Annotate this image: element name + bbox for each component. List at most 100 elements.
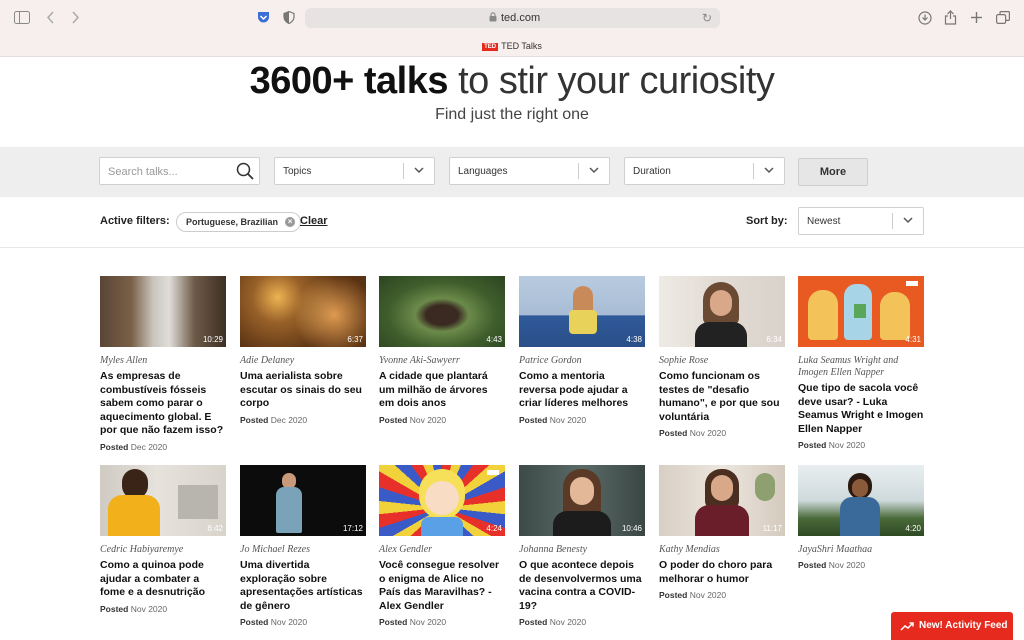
talk-speaker[interactable]: Sophie Rose (659, 355, 785, 367)
talk-thumbnail[interactable]: 4:31 (798, 276, 924, 347)
talk-speaker[interactable]: Yvonne Aki-Sawyerr (379, 355, 505, 367)
talk-title[interactable]: Você consegue resolver o enigma de Alice… (379, 559, 505, 613)
talk-speaker[interactable]: Kathy Mendias (659, 544, 785, 556)
posted-label: Posted (240, 414, 269, 425)
languages-label: Languages (458, 166, 508, 177)
talk-card[interactable]: 6:37 Adie Delaney Uma aerialista sobre e… (240, 276, 366, 425)
talk-title[interactable]: Como funcionam os testes de "desafio hum… (659, 370, 785, 424)
talk-card[interactable]: 4:31 Luka Seamus Wright and Imogen Ellen… (798, 276, 924, 450)
back-icon[interactable] (46, 11, 56, 24)
pocket-icon[interactable] (257, 11, 270, 24)
talk-speaker[interactable]: Johanna Benesty (519, 544, 645, 556)
talk-card[interactable]: 4:20 JayaShri Maathaa Posted Nov 2020 (798, 465, 924, 570)
posted-label: Posted (519, 414, 548, 425)
talk-thumbnail[interactable]: 10:46 (519, 465, 645, 536)
posted-date: Nov 2020 (549, 617, 587, 627)
sort-select[interactable]: Newest (798, 207, 924, 235)
talk-thumbnail[interactable]: 4:20 (798, 465, 924, 536)
search-input[interactable]: Search talks... (99, 157, 260, 185)
duration-label: Duration (633, 166, 671, 177)
talk-thumbnail[interactable]: 4:43 (379, 276, 505, 347)
browser-toolbar: ted.com ↻ TED TED Talks (0, 0, 1024, 57)
posted-date: Nov 2020 (270, 617, 308, 627)
talk-thumbnail[interactable]: 4:24 (379, 465, 505, 536)
talk-title[interactable]: Que tipo de sacola você deve usar? - Luk… (798, 382, 924, 436)
sidebar-toggle-icon[interactable] (14, 11, 30, 24)
duration-select[interactable]: Duration (624, 157, 785, 185)
download-icon[interactable] (918, 11, 932, 25)
reload-icon[interactable]: ↻ (702, 11, 712, 25)
share-icon[interactable] (944, 10, 957, 25)
talk-speaker[interactable]: Jo Michael Rezes (240, 544, 366, 556)
talk-duration: 10:29 (202, 335, 223, 344)
shield-icon[interactable] (283, 11, 295, 24)
talk-thumbnail[interactable]: 10:29 (100, 276, 226, 347)
talk-title[interactable]: O que acontece depois de desenvolvermos … (519, 559, 645, 613)
remove-filter-icon[interactable]: × (285, 217, 296, 227)
talk-thumbnail[interactable]: 6:42 (100, 465, 226, 536)
talk-card[interactable]: 4:43 Yvonne Aki-Sawyerr A cidade que pla… (379, 276, 505, 425)
talk-card[interactable]: 11:17 Kathy Mendias O poder do choro par… (659, 465, 785, 600)
talk-title[interactable]: Como a quinoa pode ajudar a combater a f… (100, 559, 226, 600)
talk-thumbnail[interactable]: 6:34 (659, 276, 785, 347)
talk-thumbnail[interactable]: 6:37 (240, 276, 366, 347)
posted-date: Nov 2020 (828, 560, 866, 570)
talk-speaker[interactable]: Myles Allen (100, 355, 226, 367)
talk-speaker[interactable]: Alex Gendler (379, 544, 505, 556)
talk-title[interactable]: O poder do choro para melhorar o humor (659, 559, 785, 586)
talk-posted: Posted Nov 2020 (659, 590, 785, 600)
talk-duration: 11:17 (762, 524, 782, 533)
tab-title[interactable]: TED TED Talks (0, 41, 1024, 51)
talk-posted: Posted Nov 2020 (519, 617, 645, 627)
more-filters-button[interactable]: More (798, 158, 868, 186)
talk-card[interactable]: 4:38 Patrice Gordon Como a mentoria reve… (519, 276, 645, 425)
topics-select[interactable]: Topics (274, 157, 435, 185)
posted-label: Posted (100, 441, 129, 452)
talk-speaker[interactable]: Cedric Habiyaremye (100, 544, 226, 556)
posted-date: Nov 2020 (828, 440, 866, 450)
talk-speaker[interactable]: Adie Delaney (240, 355, 366, 367)
talk-card[interactable]: 4:24 Alex Gendler Você consegue resolver… (379, 465, 505, 627)
tab-overview-icon[interactable] (996, 11, 1010, 24)
talk-speaker[interactable]: Patrice Gordon (519, 355, 645, 367)
posted-label: Posted (798, 440, 827, 450)
talk-title[interactable]: Uma divertida exploração sobre apresenta… (240, 559, 366, 613)
posted-date: Dec 2020 (130, 441, 168, 452)
talk-posted: Posted Nov 2020 (379, 415, 505, 425)
talk-speaker[interactable]: JayaShri Maathaa (798, 544, 924, 556)
languages-select[interactable]: Languages (449, 157, 610, 185)
talk-posted: Posted Nov 2020 (379, 617, 505, 627)
forward-icon[interactable] (70, 11, 80, 24)
search-placeholder: Search talks... (108, 166, 178, 178)
talk-card[interactable]: 17:12 Jo Michael Rezes Uma divertida exp… (240, 465, 366, 627)
talk-title[interactable]: Uma aerialista sobre escutar os sinais d… (240, 370, 366, 411)
clear-filters-link[interactable]: Clear (300, 215, 328, 227)
posted-label: Posted (100, 603, 129, 614)
talk-thumbnail[interactable]: 4:38 (519, 276, 645, 347)
talk-card[interactable]: 10:29 Myles Allen As empresas de combust… (100, 276, 226, 452)
talk-title[interactable]: Como a mentoria reversa pode ajudar a cr… (519, 370, 645, 411)
talk-posted: Posted Nov 2020 (100, 604, 226, 614)
talk-card[interactable]: 10:46 Johanna Benesty O que acontece dep… (519, 465, 645, 627)
filter-bar: Search talks... Topics Languages Duratio… (0, 147, 1024, 197)
talk-duration: 6:34 (766, 335, 782, 344)
talk-duration: 6:37 (347, 335, 363, 344)
talk-card[interactable]: 6:42 Cedric Habiyaremye Como a quinoa po… (100, 465, 226, 614)
search-icon[interactable] (236, 162, 254, 180)
talk-title[interactable]: As empresas de combustíveis fósseis sabe… (100, 370, 226, 438)
talk-posted: Posted Dec 2020 (240, 415, 366, 425)
new-tab-icon[interactable] (970, 11, 983, 24)
activity-feed-button[interactable]: New! Activity Feed (891, 612, 1013, 640)
talk-speaker[interactable]: Luka Seamus Wright and Imogen Ellen Napp… (798, 355, 924, 379)
divider (0, 247, 1024, 248)
talk-card[interactable]: 6:34 Sophie Rose Como funcionam os teste… (659, 276, 785, 438)
chevron-down-icon (764, 167, 774, 174)
filter-chip[interactable]: Portuguese, Brazilian × (176, 212, 302, 232)
talk-thumbnail[interactable]: 17:12 (240, 465, 366, 536)
address-bar[interactable]: ted.com ↻ (305, 8, 720, 28)
talk-title[interactable]: A cidade que plantará um milhão de árvor… (379, 370, 505, 411)
talk-posted: Posted Nov 2020 (240, 617, 366, 627)
talk-duration: 4:20 (905, 524, 921, 533)
talk-thumbnail[interactable]: 11:17 (659, 465, 785, 536)
talk-duration: 4:24 (486, 524, 502, 533)
